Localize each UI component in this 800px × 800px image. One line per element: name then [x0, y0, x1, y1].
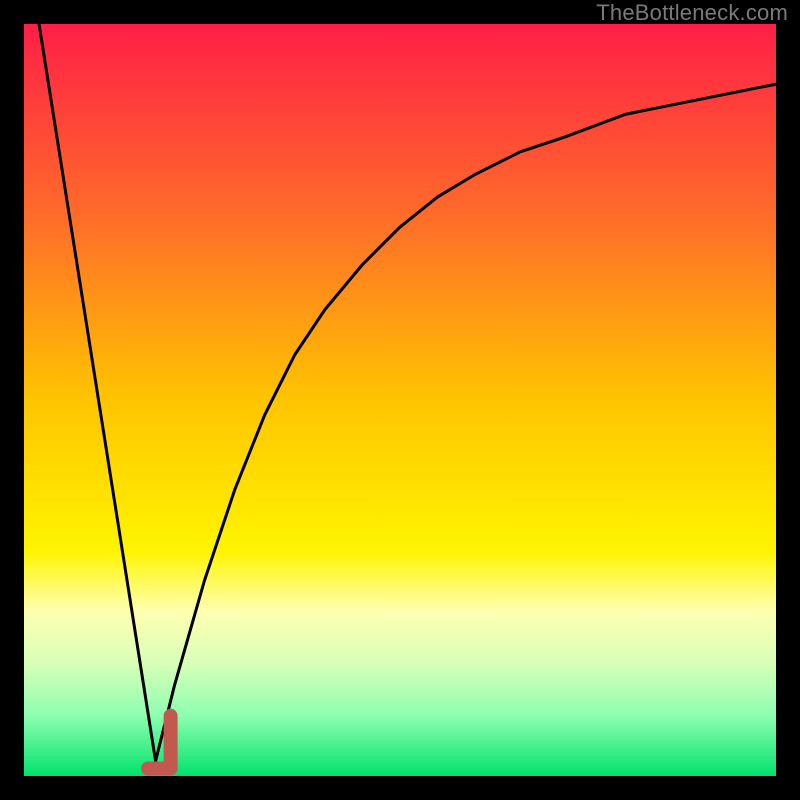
gradient-background	[24, 24, 776, 776]
chart-svg	[24, 24, 776, 776]
chart-frame: TheBottleneck.com	[0, 0, 800, 800]
plot-area	[24, 24, 776, 776]
watermark-text: TheBottleneck.com	[596, 0, 788, 26]
